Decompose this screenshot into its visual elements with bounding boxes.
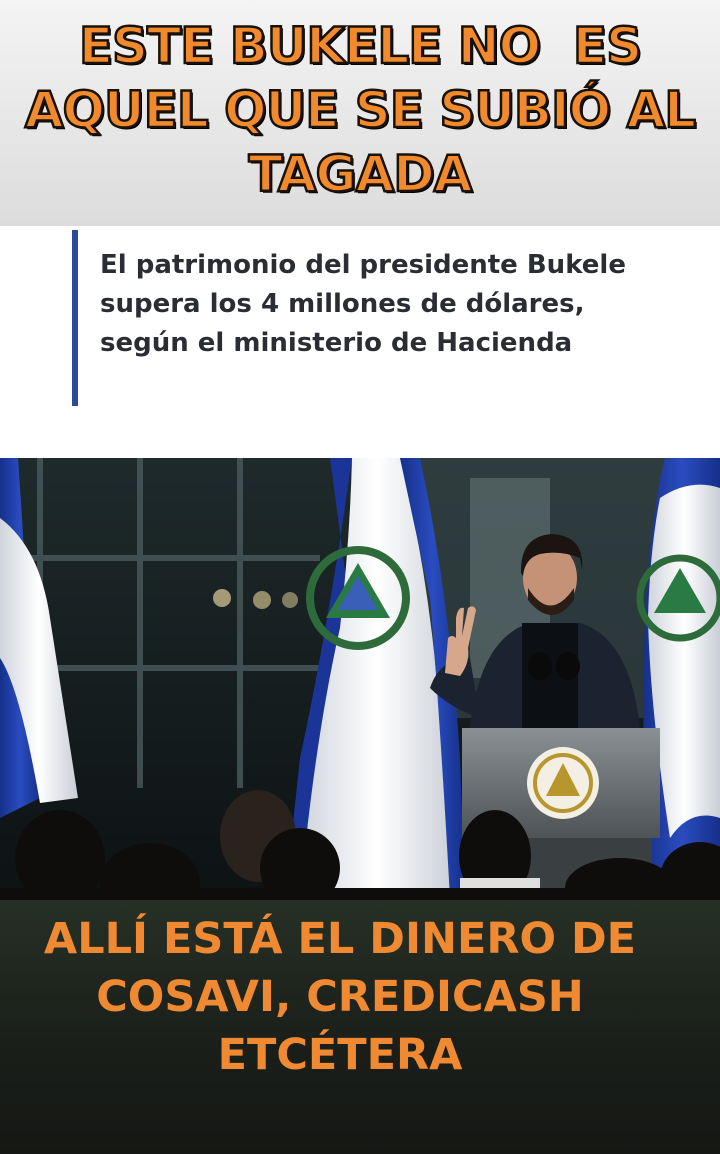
caption-line-1: ALLÍ ESTÁ EL DINERO DE bbox=[43, 914, 637, 964]
news-quote: El patrimonio del presidente Bukele supe… bbox=[0, 226, 720, 458]
quote-line-1: El patrimonio del presidente Bukele bbox=[100, 250, 626, 280]
caption-line-3: ETCÉTERA bbox=[217, 1030, 463, 1080]
bottom-banner: ALLÍ ESTÁ EL DINERO DE COSAVI, CREDICASH… bbox=[0, 900, 720, 1154]
quote-line-2: supera los 4 millones de dólares, bbox=[100, 289, 585, 319]
headline: ESTE BUKELE NO ES AQUEL QUE SE SUBIÓ AL … bbox=[20, 14, 700, 206]
quote-line-3: según el ministerio de Hacienda bbox=[100, 328, 573, 358]
headline-line-3: TAGADA bbox=[247, 144, 473, 205]
caption: ALLÍ ESTÁ EL DINERO DE COSAVI, CREDICASH… bbox=[20, 910, 660, 1084]
caption-line-2: COSAVI, CREDICASH bbox=[96, 972, 584, 1022]
headline-line-1: ESTE BUKELE NO ES bbox=[78, 16, 644, 77]
quote-accent-bar bbox=[72, 230, 78, 406]
event-photo bbox=[0, 458, 720, 900]
quote-text: El patrimonio del presidente Bukele supe… bbox=[100, 246, 690, 363]
top-banner: ESTE BUKELE NO ES AQUEL QUE SE SUBIÓ AL … bbox=[0, 0, 720, 226]
headline-line-2: AQUEL QUE SE SUBIÓ AL bbox=[24, 80, 698, 141]
